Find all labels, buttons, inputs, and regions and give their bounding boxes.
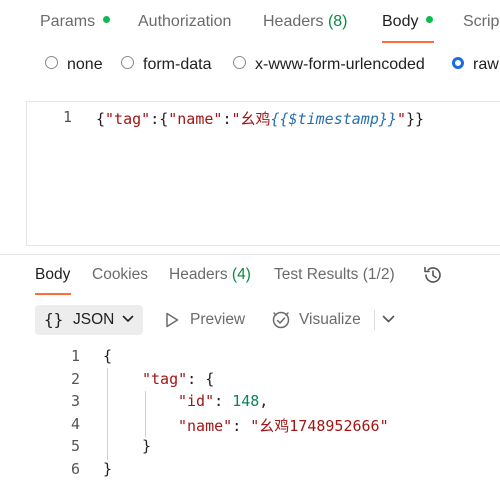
radio-urlencoded[interactable]: x-www-form-urlencoded: [233, 56, 425, 74]
radio-none-label: none: [67, 56, 103, 73]
response-line-number: 6: [70, 460, 80, 478]
close-brace: }: [103, 460, 113, 478]
panel-divider: [0, 254, 500, 255]
tab-headers[interactable]: Headers (8): [263, 13, 348, 31]
preview-button[interactable]: Preview: [190, 311, 245, 329]
headers-count: (8): [327, 13, 348, 30]
preview-label: Preview: [190, 311, 246, 328]
code-value-prefix: "幺鸡: [231, 110, 271, 128]
json-object-open: : {: [187, 370, 215, 388]
radio-form-data-circle: [121, 56, 134, 70]
code-timestamp-variable: {{$timestamp}}: [270, 110, 397, 128]
tab-params-label: Params: [40, 13, 96, 30]
response-line-2: "tag": {: [142, 370, 214, 388]
visualize-button[interactable]: Visualize: [299, 311, 361, 329]
response-headers-count: (4): [231, 266, 251, 283]
params-status-dot: [103, 16, 111, 24]
tab-body[interactable]: Body: [382, 13, 434, 31]
json-braces-icon: {}: [44, 310, 64, 329]
test-results-count: (1/2): [362, 266, 395, 283]
response-line-1: {: [103, 347, 112, 365]
visualize-chevron-down-icon[interactable]: [382, 315, 395, 324]
radio-raw[interactable]: raw: [452, 56, 499, 74]
response-line-number: 5: [70, 437, 80, 455]
json-key-name: "name": [178, 417, 233, 435]
code-close-brace: }}: [405, 110, 425, 128]
radio-raw-circle: [452, 56, 464, 69]
radio-raw-label: raw: [473, 56, 499, 73]
code-key-name: "name": [168, 110, 223, 128]
response-tab-headers-label: Headers: [169, 266, 228, 283]
radio-urlencoded-label: x-www-form-urlencoded: [255, 56, 425, 73]
response-active-tab-indicator: [35, 293, 71, 295]
radio-form-data-label: form-data: [143, 56, 212, 73]
response-line-5: }: [142, 437, 151, 455]
tab-authorization-label: Authorization: [138, 13, 232, 30]
radio-none-circle: [45, 56, 58, 70]
format-label: JSON: [73, 311, 115, 328]
response-line-6: }: [103, 460, 112, 478]
tab-body-label: Body: [382, 13, 419, 30]
active-tab-indicator: [382, 41, 434, 43]
response-tab-test-results[interactable]: Test Results (1/2): [274, 266, 395, 284]
code-inner-brace: {: [159, 110, 169, 128]
json-comma: ,: [259, 392, 269, 410]
close-brace: }: [142, 437, 152, 455]
tab-scripts-label: Scrip: [463, 13, 500, 30]
play-icon: [166, 312, 179, 328]
tab-authorization[interactable]: Authorization: [138, 13, 231, 31]
code-key-tag: "tag": [105, 110, 151, 128]
format-select[interactable]: {} JSON: [35, 305, 143, 335]
tab-scripts[interactable]: Scrip: [463, 13, 499, 31]
visualize-icon: [272, 311, 290, 329]
response-tab-cookies-label: Cookies: [92, 266, 148, 283]
json-value-id: 148: [232, 392, 260, 410]
response-line-number: 4: [70, 415, 80, 433]
code-value-suffix: ": [396, 110, 406, 128]
history-icon[interactable]: [422, 264, 444, 286]
response-tab-body-label: Body: [35, 266, 71, 283]
tab-headers-label: Headers: [263, 13, 324, 30]
response-tab-cookies[interactable]: Cookies: [92, 266, 148, 284]
json-separator: :: [232, 417, 251, 435]
request-code-line: {"tag":{"name":"幺鸡{{$timestamp}}"}}: [96, 108, 424, 129]
response-line-number: 1: [70, 347, 80, 365]
visualize-label: Visualize: [299, 311, 361, 328]
body-type-selector: none form-data x-www-form-urlencoded raw: [0, 56, 500, 80]
body-status-dot: [426, 16, 434, 24]
json-key-tag: "tag": [142, 370, 188, 388]
response-line-4: "name": "幺鸡1748952666": [178, 415, 389, 436]
response-tab-test-results-label: Test Results: [274, 266, 359, 283]
tab-params[interactable]: Params: [40, 13, 111, 31]
indent-guide: [107, 368, 108, 460]
radio-urlencoded-circle: [233, 56, 246, 70]
json-separator: :: [214, 392, 233, 410]
toolbar-separator: [374, 310, 375, 330]
response-line-number: 2: [70, 370, 80, 388]
response-line-number: 3: [70, 392, 80, 410]
response-tab-headers[interactable]: Headers (4): [169, 266, 251, 284]
radio-form-data[interactable]: form-data: [121, 56, 211, 74]
response-line-3: "id": 148,: [178, 392, 268, 410]
request-body-editor[interactable]: 1 {"tag":{"name":"幺鸡{{$timestamp}}"}}: [26, 101, 500, 246]
json-value-name: "幺鸡1748952666": [250, 417, 389, 435]
indent-guide: [145, 391, 146, 437]
open-brace: {: [103, 347, 113, 365]
radio-none[interactable]: none: [45, 56, 103, 74]
json-key-id: "id": [178, 392, 215, 410]
chevron-down-icon: [122, 315, 134, 322]
request-tabs: Params Authorization Headers (8) Body Sc…: [0, 0, 500, 46]
response-tab-body[interactable]: Body: [35, 266, 70, 284]
line-number: 1: [63, 108, 73, 126]
code-open-brace: {: [96, 110, 106, 128]
code-colon: :: [150, 110, 160, 128]
